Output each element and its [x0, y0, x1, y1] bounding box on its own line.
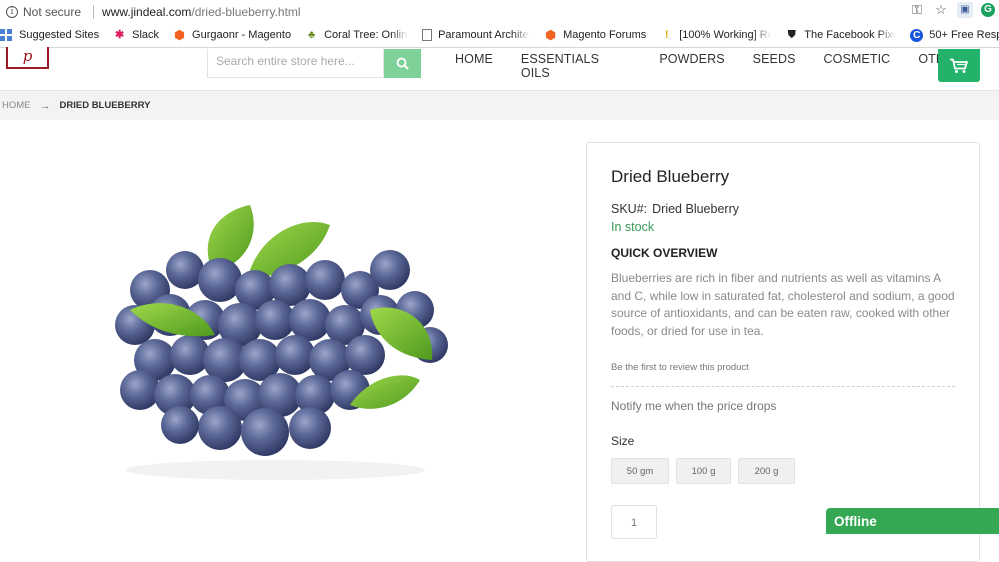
search-input[interactable]: Search entire store here...	[207, 49, 384, 78]
review-link[interactable]: Be the first to review this product	[611, 362, 749, 373]
bookmark-facebook-pixel[interactable]: ⛊The Facebook Pixel	[785, 29, 896, 42]
bookmarks-bar: Suggested Sites ✱Slack ⬢Gurgaonr - Magen…	[0, 23, 999, 48]
extension-icon[interactable]: ▣	[957, 2, 973, 18]
address-divider	[93, 5, 94, 19]
grammarly-icon[interactable]: G	[981, 3, 995, 17]
bookmark-magento-forums[interactable]: ⬢Magento Forums	[544, 29, 646, 42]
product-sku: SKU#: Dried Blueberry	[611, 202, 739, 216]
url-field[interactable]: www.jindeal.com/dried-blueberry.html	[102, 5, 301, 19]
bookmark-gurgaonr-magento[interactable]: ⬢Gurgaonr - Magento	[173, 29, 291, 42]
magento-icon: ⬢	[544, 29, 557, 42]
chat-widget-offline[interactable]: Offline	[826, 508, 999, 534]
size-option-100g[interactable]: 100 g	[676, 458, 731, 484]
site-logo[interactable]: p	[6, 47, 49, 69]
nav-cosmetic[interactable]: COSMETIC	[824, 52, 891, 80]
apps-grid-icon	[0, 29, 13, 42]
document-icon	[422, 29, 432, 41]
slack-icon: ✱	[113, 29, 126, 42]
product-title: Dried Blueberry	[611, 167, 729, 187]
nav-essentials-oils[interactable]: ESSENTIALS OILS	[521, 52, 631, 80]
size-label: Size	[611, 434, 634, 448]
main-nav: HOME ESSENTIALS OILS POWDERS SEEDS COSME…	[455, 52, 999, 80]
product-image[interactable]	[60, 170, 500, 490]
price-drop-alert-link[interactable]: Notify me when the price drops	[611, 399, 776, 413]
bookmark-paramount-architect[interactable]: Paramount Architect	[422, 29, 530, 41]
bookmark-suggested-sites[interactable]: Suggested Sites	[0, 29, 99, 42]
product-info-card: Dried Blueberry SKU#: Dried Blueberry In …	[586, 142, 980, 562]
section-divider	[611, 386, 955, 387]
browser-toolbar-icons: ⚿ ☆ ▣ G	[909, 2, 995, 18]
url-path: /dried-blueberry.html	[191, 5, 300, 19]
star-icon[interactable]: ☆	[933, 2, 949, 18]
bookmark-slack[interactable]: ✱Slack	[113, 29, 159, 42]
c-logo-icon: C	[910, 29, 923, 42]
site-header: p Search entire store here... HOME ESSEN…	[0, 49, 999, 91]
bookmark-50-free-responsive[interactable]: C50+ Free Responsive	[910, 29, 999, 42]
not-secure-label[interactable]: Not secure	[23, 5, 81, 19]
tree-icon: ♣	[305, 29, 318, 42]
bookmark-100-working[interactable]: ![100% Working] Ren	[660, 29, 771, 42]
size-options: 50 gm 100 g 200 g	[611, 458, 802, 484]
size-option-50gm[interactable]: 50 gm	[611, 458, 669, 484]
breadcrumb: HOME → DRIED BLUEBERRY	[0, 91, 999, 120]
quick-overview-heading: QUICK OVERVIEW	[611, 246, 717, 260]
sku-value: Dried Blueberry	[652, 202, 739, 216]
key-icon[interactable]: ⚿	[909, 2, 925, 18]
breadcrumb-current: DRIED BLUEBERRY	[60, 100, 151, 111]
nav-powders[interactable]: POWDERS	[659, 52, 724, 80]
product-description: Blueberries are rich in fiber and nutrie…	[611, 270, 957, 340]
breadcrumb-arrow: →	[40, 100, 51, 112]
stock-status: In stock	[611, 220, 654, 234]
bookmark-coral-tree[interactable]: ♣Coral Tree: Online Sl	[305, 29, 408, 42]
magento-icon: ⬢	[173, 29, 186, 42]
cart-icon	[949, 58, 969, 74]
size-option-200g[interactable]: 200 g	[738, 458, 795, 484]
breadcrumb-home[interactable]: HOME	[2, 100, 31, 111]
url-host: www.jindeal.com	[102, 5, 191, 19]
info-icon[interactable]: i	[6, 6, 18, 18]
sku-label: SKU#:	[611, 202, 647, 216]
search-icon	[396, 57, 409, 70]
nav-home[interactable]: HOME	[455, 52, 493, 80]
shield-icon: ⛊	[785, 29, 798, 42]
cart-button[interactable]	[938, 49, 980, 82]
pin-icon: !	[660, 29, 673, 42]
browser-address-bar: i Not secure www.jindeal.com/dried-blueb…	[0, 0, 999, 23]
nav-seeds[interactable]: SEEDS	[753, 52, 796, 80]
search-button[interactable]	[384, 49, 421, 78]
